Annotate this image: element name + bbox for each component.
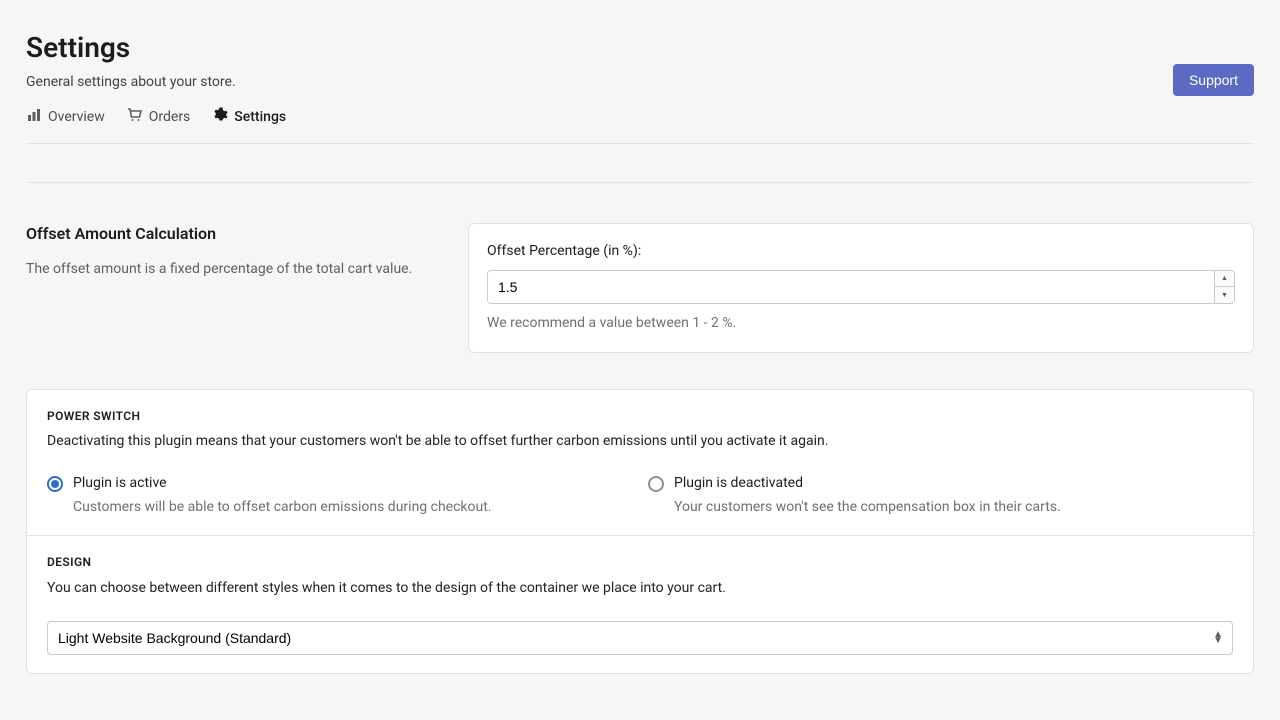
bar-chart-icon xyxy=(26,107,42,130)
radio-label: Plugin is deactivated xyxy=(674,474,1061,494)
step-down-button[interactable]: ▼ xyxy=(1215,287,1234,303)
offset-section: Offset Amount Calculation The offset amo… xyxy=(26,223,1254,352)
tabs: Overview Orders Settings xyxy=(26,107,1254,145)
design-section: DESIGN You can choose between different … xyxy=(27,535,1253,672)
offset-description: The offset amount is a fixed percentage … xyxy=(26,260,446,280)
page-title: Settings xyxy=(26,28,236,67)
power-switch-section: POWER SWITCH Deactivating this plugin me… xyxy=(27,390,1253,536)
design-select[interactable]: Light Website Background (Standard) xyxy=(47,621,1233,655)
radio-label: Plugin is active xyxy=(73,474,492,494)
radio-sublabel: Your customers won't see the compensatio… xyxy=(674,498,1061,518)
tab-orders[interactable]: Orders xyxy=(127,107,191,130)
settings-card: POWER SWITCH Deactivating this plugin me… xyxy=(26,389,1254,674)
design-description: You can choose between different styles … xyxy=(47,579,1233,599)
page-subtitle: General settings about your store. xyxy=(26,73,236,93)
spinner: ▲ ▼ xyxy=(1214,271,1234,303)
power-switch-description: Deactivating this plugin means that your… xyxy=(47,432,1233,452)
tab-overview[interactable]: Overview xyxy=(26,107,105,130)
radio-icon xyxy=(47,476,63,492)
tab-settings[interactable]: Settings xyxy=(212,107,286,130)
radio-sublabel: Customers will be able to offset carbon … xyxy=(73,498,492,518)
offset-hint: We recommend a value between 1 - 2 %. xyxy=(487,314,1235,334)
radio-icon xyxy=(648,476,664,492)
offset-percentage-input[interactable] xyxy=(488,271,1214,303)
offset-field-label: Offset Percentage (in %): xyxy=(487,242,1235,262)
radio-plugin-active[interactable]: Plugin is active Customers will be able … xyxy=(47,474,632,517)
offset-heading: Offset Amount Calculation xyxy=(26,223,446,245)
gear-icon xyxy=(212,107,228,130)
offset-card: Offset Percentage (in %): ▲ ▼ We recomme… xyxy=(468,223,1254,352)
step-up-button[interactable]: ▲ xyxy=(1215,271,1234,288)
design-heading: DESIGN xyxy=(47,554,1233,571)
tab-label: Orders xyxy=(149,108,191,128)
cart-icon xyxy=(127,107,143,130)
support-button[interactable]: Support xyxy=(1173,64,1254,96)
power-switch-heading: POWER SWITCH xyxy=(47,408,1233,425)
tab-label: Settings xyxy=(234,108,286,128)
divider xyxy=(26,182,1254,183)
radio-plugin-deactivated[interactable]: Plugin is deactivated Your customers won… xyxy=(648,474,1233,517)
tab-label: Overview xyxy=(48,108,105,128)
